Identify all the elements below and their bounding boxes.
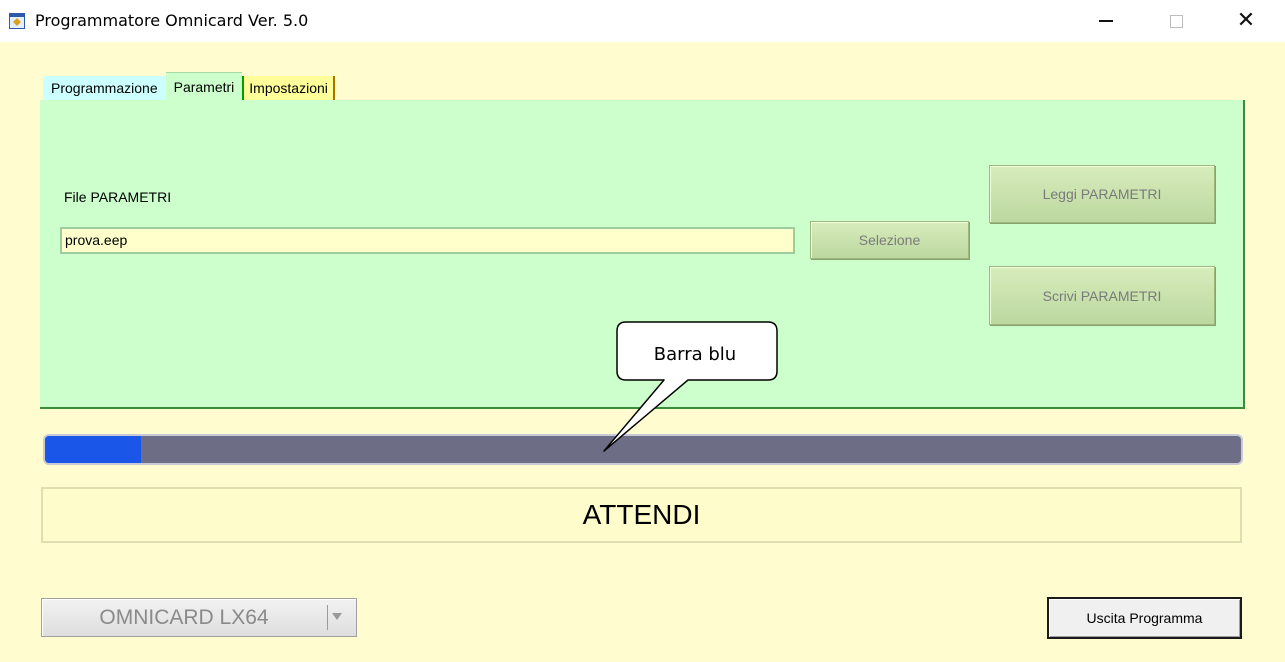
- file-parametri-input[interactable]: prova.eep: [60, 227, 795, 254]
- selezione-button[interactable]: Selezione: [810, 221, 969, 259]
- close-icon: ✕: [1236, 8, 1256, 33]
- minimize-button[interactable]: [1083, 0, 1129, 42]
- tab-programmazione[interactable]: Programmazione: [43, 76, 166, 100]
- chevron-down-icon[interactable]: [332, 613, 342, 620]
- title-bar: Programmatore Omnicard Ver. 5.0 ✕: [0, 0, 1285, 42]
- exit-program-button[interactable]: Uscita Programma: [1047, 597, 1242, 639]
- status-text: ATTENDI: [582, 499, 701, 530]
- tab-parametri[interactable]: Parametri: [165, 72, 243, 100]
- close-button[interactable]: ✕: [1223, 0, 1269, 42]
- callout-label: Barra blu: [653, 343, 737, 365]
- maximize-button[interactable]: [1153, 0, 1199, 42]
- window-title: Programmatore Omnicard Ver. 5.0: [35, 11, 309, 30]
- minimize-icon: [1099, 20, 1113, 22]
- tab-bar: Programmazione Parametri Impostazioni: [43, 72, 335, 100]
- model-select-value: OMNICARD LX64: [99, 605, 269, 629]
- status-display: ATTENDI: [41, 487, 1242, 543]
- model-select-divider: [327, 605, 328, 630]
- tab-impostazioni[interactable]: Impostazioni: [242, 76, 335, 100]
- progress-fill: [45, 436, 141, 463]
- app-icon[interactable]: [9, 13, 25, 29]
- model-select[interactable]: OMNICARD LX64: [41, 598, 357, 637]
- progress-bar: [43, 434, 1243, 465]
- scrivi-parametri-button[interactable]: Scrivi PARAMETRI: [989, 266, 1215, 325]
- maximize-icon: [1169, 14, 1183, 28]
- leggi-parametri-button[interactable]: Leggi PARAMETRI: [989, 165, 1215, 223]
- file-parametri-label: File PARAMETRI: [64, 189, 172, 205]
